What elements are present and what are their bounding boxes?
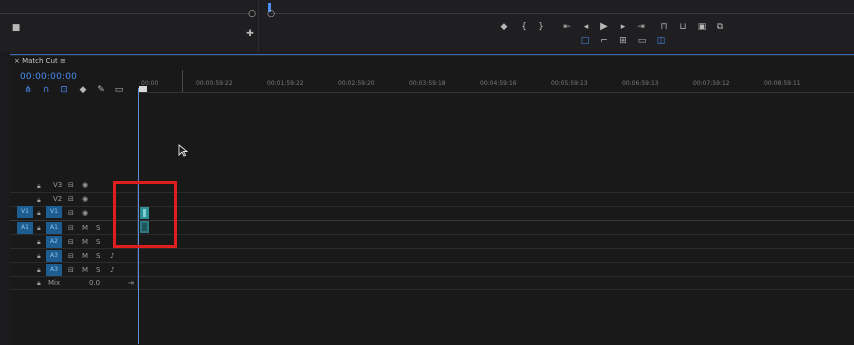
- mute-icon[interactable]: M: [82, 224, 88, 232]
- ruler-baseline: [138, 92, 854, 93]
- source-patch-a1[interactable]: A1: [17, 222, 33, 234]
- solo-icon[interactable]: S: [96, 266, 100, 274]
- track-target-a3[interactable]: A3: [46, 264, 62, 276]
- safe-margins-icon[interactable]: □: [579, 36, 591, 46]
- settings-icon[interactable]: ✚: [244, 29, 256, 39]
- lock-icon[interactable]: 🔒︎: [37, 196, 41, 205]
- snap-icon[interactable]: ∩: [40, 85, 52, 95]
- ruler-label: 00:00:59:22: [196, 80, 233, 87]
- solo-icon[interactable]: S: [96, 224, 100, 232]
- markers-icon[interactable]: ◆: [77, 85, 89, 95]
- ruler-label: 00:06:59:13: [622, 80, 659, 87]
- nest-icon[interactable]: ⋔: [22, 85, 34, 95]
- camera-icon[interactable]: ■: [10, 23, 22, 33]
- sync-lock-icon[interactable]: ⊟: [68, 209, 74, 217]
- linked-selection-icon[interactable]: ⊡: [58, 85, 70, 95]
- lock-icon[interactable]: 🔒︎: [37, 252, 41, 261]
- sequence-tab-label: Match Cut: [22, 57, 58, 65]
- mix-label: Mix: [48, 279, 61, 287]
- crop-icon[interactable]: ⌐: [598, 36, 610, 46]
- lock-icon[interactable]: 🔒︎: [37, 279, 41, 288]
- solo-icon[interactable]: S: [96, 238, 100, 246]
- ruler-label: 00:02:59:20: [338, 80, 375, 87]
- mute-icon[interactable]: M: [82, 252, 88, 260]
- mic-icon[interactable]: ♪: [110, 252, 114, 260]
- timecode-display[interactable]: 00:00:00:00: [20, 72, 77, 82]
- ruler-divider: [182, 70, 183, 92]
- sync-lock-icon[interactable]: ⊟: [68, 181, 74, 189]
- marker-icon[interactable]: ◆: [498, 22, 510, 32]
- export-frame-icon[interactable]: ▣: [696, 22, 708, 32]
- vr-icon[interactable]: ▭: [636, 36, 648, 46]
- multicam-icon[interactable]: ◫: [655, 36, 667, 46]
- ruler-label: 00:07:59:12: [693, 80, 730, 87]
- mute-icon[interactable]: M: [82, 266, 88, 274]
- tab-menu-icon[interactable]: ≡: [58, 57, 66, 65]
- highlight-annotation: [113, 181, 177, 248]
- playhead-handle[interactable]: [139, 86, 147, 92]
- overwrite-icon[interactable]: ⊔: [677, 22, 689, 32]
- track-target-a2[interactable]: A2: [46, 236, 62, 248]
- eye-icon[interactable]: ◉: [82, 195, 88, 203]
- source-patch-v1[interactable]: V1: [17, 206, 33, 218]
- in-point-icon[interactable]: {: [518, 22, 530, 32]
- track-label-v3[interactable]: V3: [53, 181, 62, 189]
- step-back-icon[interactable]: ◂: [580, 22, 592, 32]
- mouse-cursor-icon: [178, 144, 188, 157]
- eye-icon[interactable]: ◉: [82, 181, 88, 189]
- go-to-in-icon[interactable]: ⇤: [561, 22, 573, 32]
- ruler-label: 00:03:59:18: [409, 80, 446, 87]
- go-to-end-icon[interactable]: ⇥: [128, 279, 134, 287]
- lock-icon[interactable]: 🔒︎: [37, 182, 41, 191]
- track-target-a3[interactable]: A3: [46, 250, 62, 262]
- out-point-icon[interactable]: }: [535, 22, 547, 32]
- ruler-label: 00:01:59:22: [267, 80, 304, 87]
- source-monitor-controls: ○ ■ ✚: [0, 0, 259, 52]
- ruler-label: 00:04:59:16: [480, 80, 517, 87]
- solo-icon[interactable]: S: [96, 252, 100, 260]
- eye-icon[interactable]: ◉: [82, 209, 88, 217]
- mute-icon[interactable]: M: [82, 238, 88, 246]
- program-scrub-handle-icon[interactable]: ○: [265, 9, 277, 19]
- sync-lock-icon[interactable]: ⊟: [68, 224, 74, 232]
- sequence-tab[interactable]: × Match Cut ≡: [14, 57, 66, 65]
- insert-icon[interactable]: ⊓: [658, 22, 670, 32]
- ruler-label: 00:08:59:11: [764, 80, 801, 87]
- sync-lock-icon[interactable]: ⊟: [68, 195, 74, 203]
- trim-icon[interactable]: ⊞: [617, 36, 629, 46]
- sync-lock-icon[interactable]: ⊟: [68, 238, 74, 246]
- panel-focus-border: [10, 54, 854, 55]
- step-forward-icon[interactable]: ▸: [617, 22, 629, 32]
- play-icon[interactable]: ▶: [598, 22, 610, 32]
- sync-lock-icon[interactable]: ⊟: [68, 252, 74, 260]
- lock-icon[interactable]: 🔒︎: [37, 266, 41, 275]
- scrub-handle-icon[interactable]: ○: [246, 9, 258, 19]
- mix-volume-value[interactable]: 0.0: [89, 279, 100, 287]
- captions-icon[interactable]: ▭: [113, 85, 125, 95]
- lock-icon[interactable]: 🔒︎: [37, 238, 41, 247]
- sync-lock-icon[interactable]: ⊟: [68, 266, 74, 274]
- compare-icon[interactable]: ⧉: [714, 22, 726, 32]
- mic-icon[interactable]: ♪: [110, 266, 114, 274]
- track-target-a1[interactable]: A1: [46, 222, 62, 234]
- track-target-v1[interactable]: V1: [46, 206, 62, 218]
- close-icon[interactable]: ×: [14, 57, 22, 65]
- source-scrub-bar[interactable]: [0, 13, 250, 14]
- go-to-out-icon[interactable]: ⇥: [635, 22, 647, 32]
- track-label-v2[interactable]: V2: [53, 195, 62, 203]
- lock-icon[interactable]: 🔒︎: [37, 209, 41, 218]
- wrench-icon[interactable]: ✎: [95, 85, 107, 95]
- ruler-label: 00:05:59:13: [551, 80, 588, 87]
- lock-icon[interactable]: 🔒︎: [37, 224, 41, 233]
- program-scrub-bar[interactable]: [270, 13, 854, 14]
